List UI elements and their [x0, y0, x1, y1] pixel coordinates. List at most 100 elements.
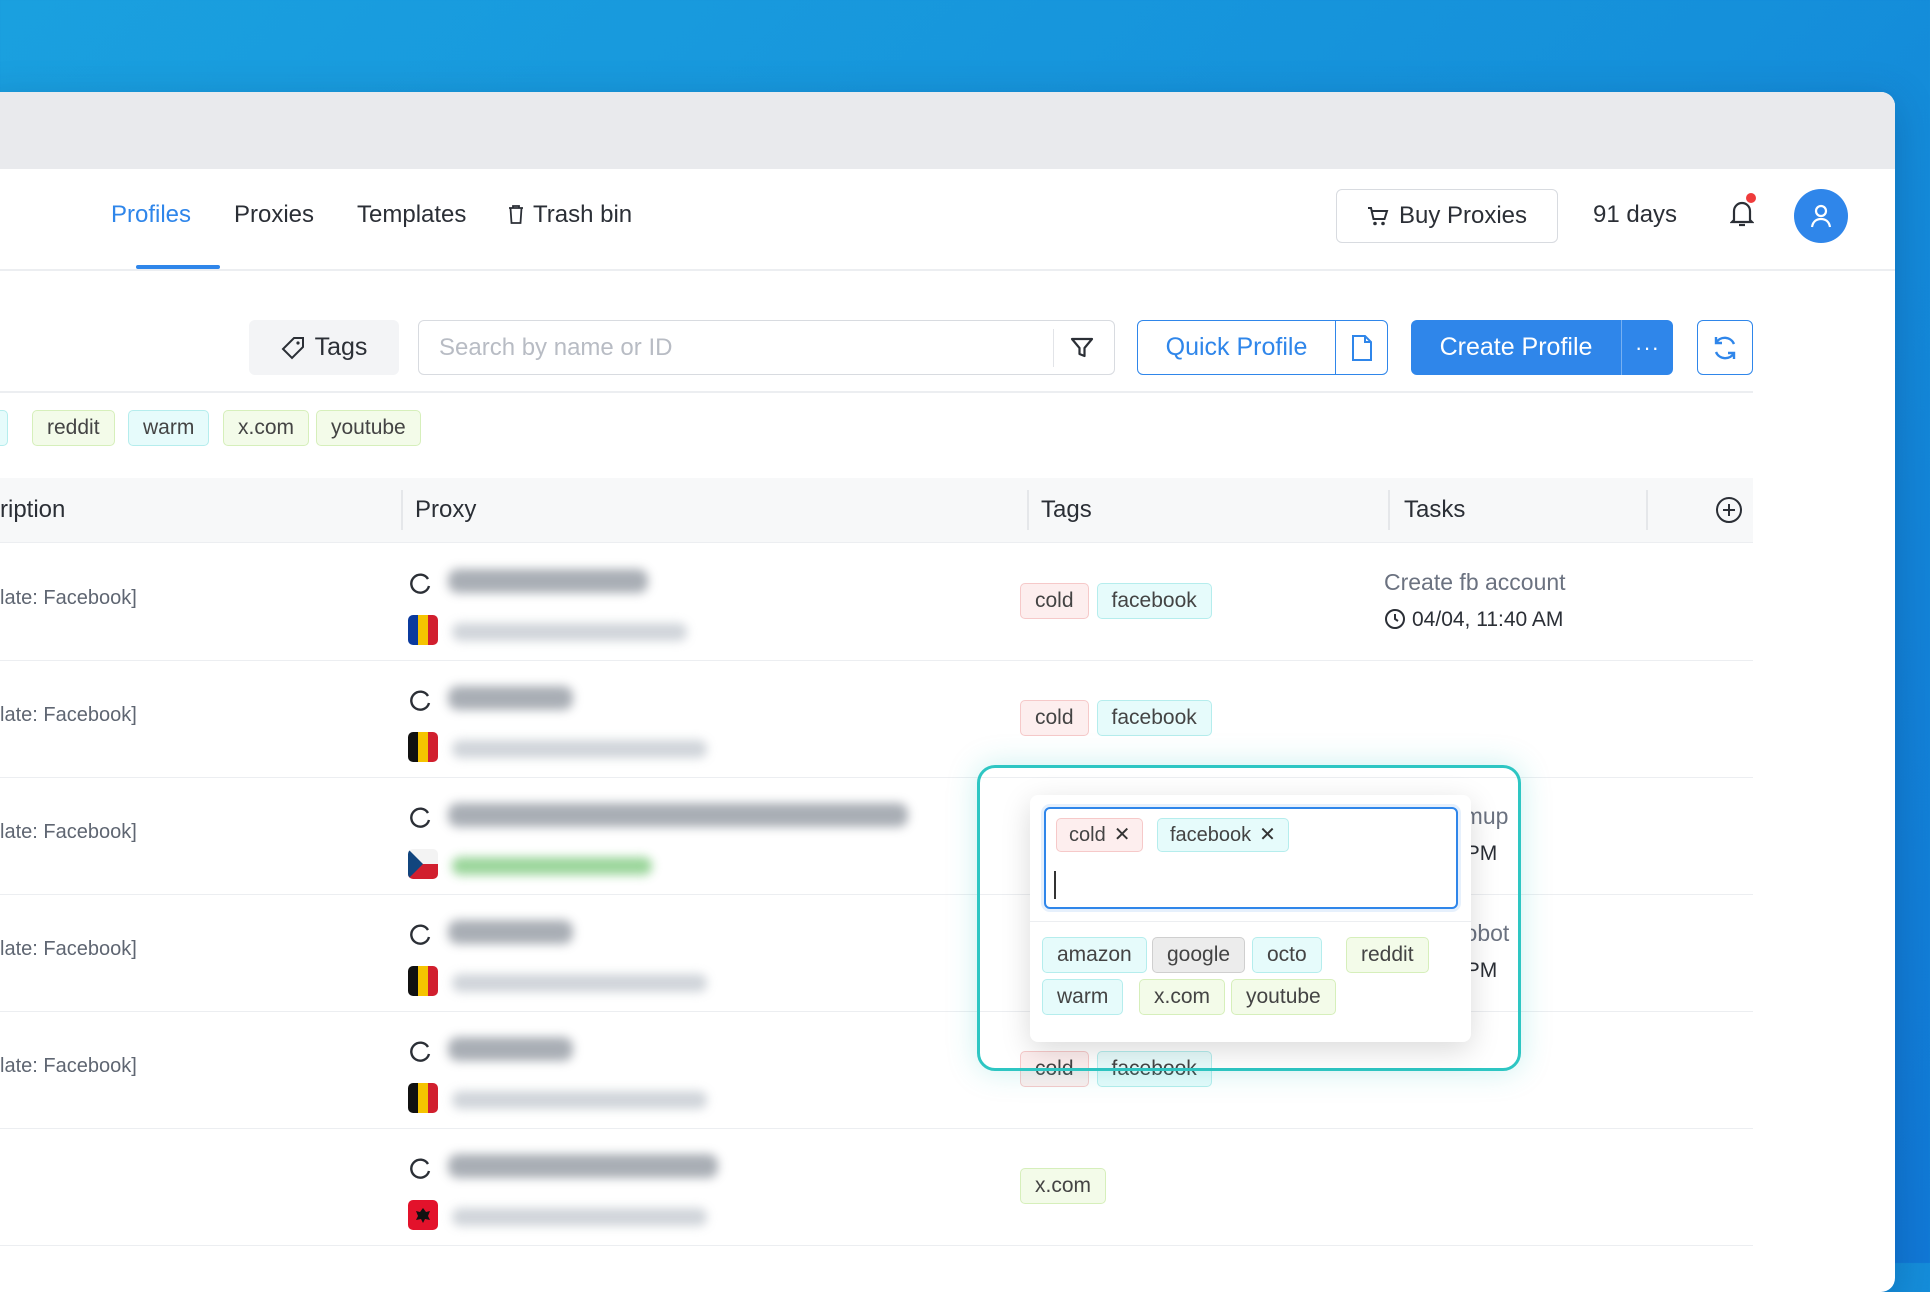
popover-divider [1030, 921, 1471, 922]
tag-editor-popover: cold ✕ facebook ✕ amazon google octo red… [1030, 795, 1471, 1042]
row-tags: cold facebook [1020, 583, 1220, 619]
task-time: 04/04, 11:40 AM [1384, 608, 1566, 632]
reload-icon[interactable] [408, 1039, 432, 1063]
create-profile-more-button[interactable]: ··· [1622, 320, 1673, 375]
flag-icon [408, 849, 438, 879]
buy-proxies-label: Buy Proxies [1398, 202, 1528, 229]
tag-chip[interactable]: cold [1020, 700, 1089, 736]
tag-chip[interactable]: facebook [1096, 700, 1212, 736]
flag-icon [408, 615, 438, 645]
column-header-tasks: Tasks [1404, 496, 1466, 523]
flag-icon [408, 1083, 438, 1113]
proxy-host-blurred [452, 857, 652, 875]
profile-description: late: Facebook] [0, 938, 137, 960]
quick-profile-label: Quick Profile [1138, 321, 1336, 374]
table-row[interactable]: late: Facebook] cold facebook [0, 660, 1753, 778]
tags-filter-label: Tags [314, 333, 368, 361]
filter-chip[interactable]: youtube [316, 410, 421, 446]
task-cell[interactable]: Create fb account 04/04, 11:40 AM [1384, 569, 1566, 632]
bell-icon[interactable] [1730, 199, 1754, 229]
filter-chip[interactable]: reddit [32, 410, 115, 446]
proxy-host-blurred [452, 1208, 707, 1226]
proxy-name-blurred [448, 803, 908, 827]
tag-option[interactable]: warm [1042, 979, 1124, 1015]
cart-icon [1367, 207, 1389, 226]
reload-icon[interactable] [408, 571, 432, 595]
tag-option[interactable]: x.com [1139, 979, 1226, 1015]
create-profile-label: Create Profile [1411, 320, 1622, 375]
tag-icon [281, 336, 304, 359]
tab-trash-bin[interactable]: Trash bin [507, 201, 632, 229]
column-header-description: ription [0, 496, 66, 523]
table-header: ription Proxy Tags Tasks [0, 478, 1753, 543]
tab-proxies[interactable]: Proxies [234, 201, 314, 229]
column-divider [401, 490, 403, 530]
filter-chip[interactable]: warm [128, 410, 210, 446]
tag-chip[interactable]: cold [1020, 583, 1089, 619]
proxy-name-blurred [448, 569, 648, 593]
task-time-label: 04/04, 11:40 AM [1412, 608, 1564, 631]
notification-dot [1746, 193, 1756, 203]
filter-icon[interactable] [1069, 335, 1095, 361]
buy-proxies-button[interactable]: Buy Proxies [1336, 189, 1558, 243]
column-header-proxy: Proxy [415, 496, 477, 523]
flag-icon [408, 732, 438, 762]
remove-tag-icon[interactable]: ✕ [1114, 819, 1131, 851]
top-nav: Profiles Proxies Templates Trash bin Buy… [0, 169, 1895, 271]
table-row[interactable]: x.com [0, 1128, 1753, 1246]
tab-profiles[interactable]: Profiles [111, 201, 191, 229]
trash-icon [509, 205, 523, 224]
quick-profile-file-button[interactable] [1336, 321, 1387, 374]
refresh-button[interactable] [1697, 320, 1753, 375]
remove-tag-icon[interactable]: ✕ [1259, 819, 1276, 851]
reload-icon[interactable] [408, 922, 432, 946]
table-row[interactable]: late: Facebook] unt Warmup 20, 7:40 PM [0, 777, 1753, 895]
selected-tag[interactable]: facebook ✕ [1157, 818, 1289, 852]
add-column-icon[interactable] [1714, 495, 1744, 525]
create-profile-button[interactable]: Create Profile ··· [1411, 320, 1673, 375]
profile-description: late: Facebook] [0, 821, 137, 843]
task-name: Create fb account [1384, 569, 1566, 595]
reload-icon[interactable] [408, 688, 432, 712]
tag-chip[interactable]: cold [1020, 1051, 1089, 1087]
tag-chip[interactable]: facebook [1096, 583, 1212, 619]
reload-icon[interactable] [408, 805, 432, 829]
tag-option[interactable]: google [1152, 937, 1246, 973]
search-input[interactable] [437, 321, 1021, 375]
tag-option[interactable]: youtube [1231, 979, 1336, 1015]
tab-trash-bin-label: Trash bin [533, 201, 633, 228]
table-row[interactable]: late: Facebook] cookie robot 28, 4:30 PM [0, 894, 1753, 1012]
selected-tag[interactable]: cold ✕ [1056, 818, 1144, 852]
tag-option[interactable]: amazon [1042, 937, 1147, 973]
search-divider [1053, 329, 1054, 367]
selected-tag-label: facebook [1170, 824, 1252, 846]
window-titlebar [0, 92, 1895, 169]
column-divider [1646, 490, 1648, 530]
avatar[interactable] [1794, 189, 1848, 243]
user-icon [1810, 204, 1832, 228]
column-divider [1388, 490, 1390, 530]
table-row[interactable]: late: Facebook] cold facebook Create fb a… [0, 543, 1753, 661]
flag-icon [408, 1200, 438, 1230]
proxy-name-blurred [448, 920, 573, 944]
proxy-host-blurred [452, 1091, 707, 1109]
reload-icon[interactable] [408, 1156, 432, 1180]
filter-chip[interactable]: o [0, 410, 8, 446]
row-tags: x.com [1020, 1168, 1114, 1204]
tag-chip[interactable]: x.com [1020, 1168, 1107, 1204]
file-icon [1351, 334, 1372, 361]
tag-option[interactable]: reddit [1346, 937, 1429, 973]
filter-chip[interactable]: x.com [223, 410, 310, 446]
table-row[interactable]: late: Facebook] cold facebook [0, 1011, 1753, 1129]
tags-filter-button[interactable]: Tags [249, 320, 399, 375]
row-tags: cold facebook [1020, 700, 1220, 736]
tag-chip[interactable]: facebook [1096, 1051, 1212, 1087]
proxy-name-blurred [448, 1154, 718, 1178]
proxy-host-blurred [452, 740, 707, 758]
tag-editor-input[interactable]: cold ✕ facebook ✕ [1044, 807, 1458, 909]
active-tab-indicator [136, 265, 220, 269]
tab-templates[interactable]: Templates [357, 201, 466, 229]
tag-option[interactable]: octo [1252, 937, 1322, 973]
quick-profile-button[interactable]: Quick Profile [1137, 320, 1388, 375]
refresh-icon [1714, 336, 1736, 359]
